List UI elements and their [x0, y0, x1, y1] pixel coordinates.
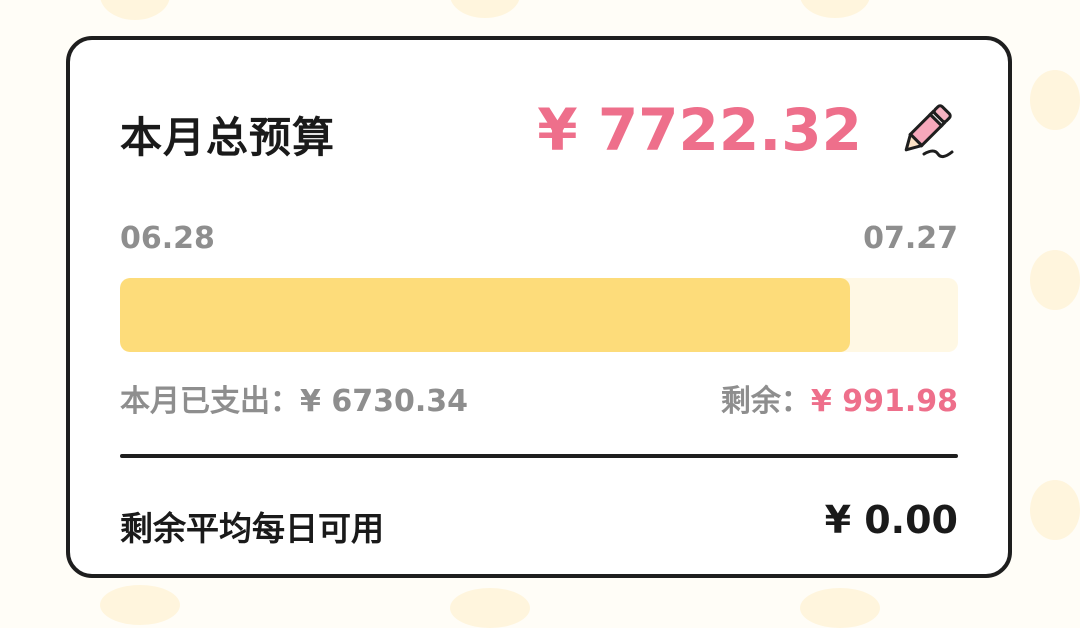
budget-progress-bar — [120, 278, 958, 352]
period-start-date: 06.28 — [120, 221, 215, 256]
period-end-date: 07.27 — [863, 221, 958, 256]
background-decoration — [450, 0, 520, 18]
budget-card-content: 本月总预算 ¥ 7722.32 06.28 07.27 本月已支出：¥ 6730… — [120, 40, 958, 574]
remaining-label: 剩余： — [720, 384, 811, 419]
pencil-icon — [904, 104, 954, 159]
background-decoration — [1030, 480, 1080, 540]
edit-budget-button[interactable] — [894, 98, 958, 162]
daily-available-label: 剩余平均每日可用 — [120, 509, 384, 548]
daily-available-value: ¥ 0.00 — [824, 498, 958, 542]
background-decoration — [100, 585, 180, 625]
divider — [120, 454, 958, 458]
background-decoration — [800, 588, 880, 628]
remaining-value: ¥ 991.98 — [810, 384, 958, 419]
total-budget-amount: ¥ 7722.32 — [537, 96, 862, 164]
budget-progress-fill — [120, 278, 850, 352]
spent-amount: 本月已支出：¥ 6730.34 — [120, 384, 468, 419]
background-decoration — [450, 588, 530, 628]
budget-card: 本月总预算 ¥ 7722.32 06.28 07.27 本月已支出：¥ 6730… — [66, 36, 1012, 578]
budget-title: 本月总预算 — [120, 113, 336, 162]
remaining-amount: 剩余：¥ 991.98 — [721, 376, 958, 420]
background-decoration — [100, 0, 170, 20]
background-decoration — [800, 0, 870, 18]
background-decoration — [1030, 70, 1080, 130]
background-decoration — [1030, 250, 1080, 310]
